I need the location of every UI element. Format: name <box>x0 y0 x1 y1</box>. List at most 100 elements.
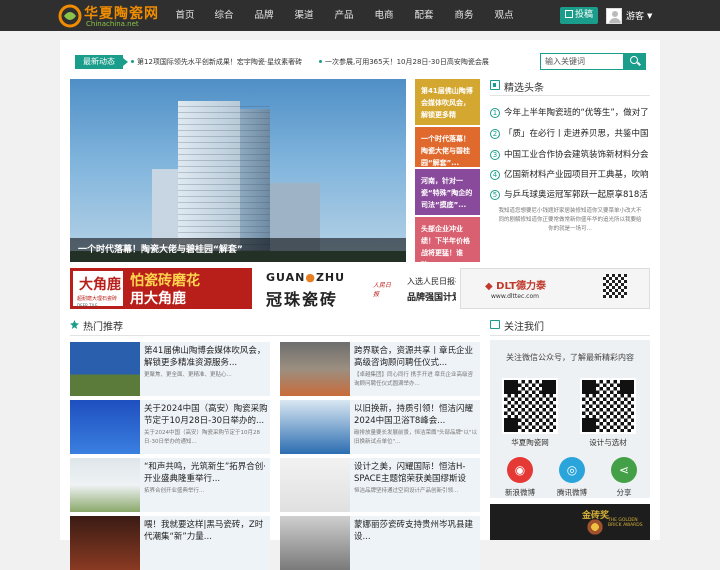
headline-text: 与乒乓球奥运冠军郭跃一起原享818活 <box>504 190 648 200</box>
follow-header: 关注我们 <box>490 318 650 333</box>
top-bar: 华夏陶瓷网 Chinachina.net 首页 综合 品牌 渠道 产品 电商 配… <box>0 0 720 31</box>
ticker-item-text: 一次参展,可用365天！10月28日-30日高安陶瓷会展 <box>325 58 489 66</box>
nav-ecommerce[interactable]: 电商 <box>364 0 404 31</box>
news-card[interactable]: “和声共鸣，光筑新生”拓界合创·开业盛典隆重举行... 拓界合创开业盛典举行..… <box>70 458 270 512</box>
feature-tile[interactable]: 河南，针对一瓷“特殊”陶企的司法“摸底”... <box>415 169 480 215</box>
card-thumbnail <box>70 400 140 454</box>
divider <box>490 95 650 96</box>
nav-channel[interactable]: 渠道 <box>284 0 324 31</box>
ad-deer-tile[interactable]: 大角鹿 超耐磨大理石瓷砖 DEER TILE 怕瓷砖磨花 用大角鹿 <box>70 268 252 309</box>
nav-home[interactable]: 首页 <box>166 0 204 31</box>
hot-header: 热门推荐 <box>70 318 480 333</box>
nav-opinion[interactable]: 观点 <box>484 0 524 31</box>
follow-desc: 关注微信公众号，了解最新精彩内容 <box>506 353 634 362</box>
qr-label: 设计与选材 <box>589 438 627 447</box>
headline-text: 亿国新材料产业园项目开工典基，吹响 <box>504 170 649 180</box>
card-desc: 恒洁品牌坚持通过空间设计产品创新引领... <box>354 488 459 494</box>
headline-icon <box>490 80 500 90</box>
tencent-weibo-icon: ◎ <box>566 463 578 477</box>
nav-product[interactable]: 产品 <box>324 0 364 31</box>
nav-general[interactable]: 综合 <box>204 0 244 31</box>
qr-code-icon <box>603 274 627 298</box>
banner-caption: 一个时代落幕！陶瓷大佬与碧桂园“解套” <box>70 238 406 262</box>
submit-article-label: 投稿 <box>574 10 593 20</box>
ad-tagline2: 品牌强国计划 <box>407 293 456 303</box>
headline-item[interactable]: 1 今年上半年陶瓷班的“优等生”，做对了 <box>490 106 652 120</box>
featured-banner[interactable]: 一个时代落幕！陶瓷大佬与碧桂园“解套” <box>70 79 406 262</box>
weibo-button[interactable]: ◉ <box>507 457 533 483</box>
news-card[interactable]: 跨界联合，资源共享丨章氏企业高级咨询顾问聘任仪式... 【卓越集团】同心同行 携… <box>280 342 480 396</box>
caret-down-icon: ▼ <box>647 11 653 20</box>
logo-subtext: Chinachina.net <box>86 20 139 28</box>
qr-label: 华夏陶瓷网 <box>511 438 549 447</box>
ad-dlt[interactable]: ◆ DLT德力泰 www.dlttec.com <box>460 268 650 309</box>
main-content: 最新动态 第12项国际领先水平创新成果！宏宇陶瓷·星纹素奢砖 一次参展,可用36… <box>60 40 660 570</box>
follow-title: 关注我们 <box>504 322 544 333</box>
card-title: 第41届佛山陶博会媒体吹风会，解锁更多精准资源服务... <box>144 346 266 368</box>
news-card[interactable]: 蒙娜丽莎瓷砖支持贵州岑巩县建设... <box>280 516 480 570</box>
card-title: 以旧换新，持质引领！恒洁闪耀2024中国卫浴T8峰会... <box>354 404 474 426</box>
submit-article-button[interactable]: 投稿 <box>560 7 598 24</box>
share-button[interactable]: ⋖ <box>611 457 637 483</box>
card-desc: 碳排放量要长发展前景，恒洁荣膺"头部品牌"以"以旧换新试点单位"... <box>354 430 478 445</box>
award-title: 金砖奖 <box>582 511 610 521</box>
ad-dlt-url: www.dlttec.com <box>491 293 539 300</box>
ticker-label: 最新动态 <box>75 55 128 69</box>
card-desc: 【卓越集团】同心同行 携手开进 章氏企业高级咨询顾问聘任仪式圆满举办... <box>354 372 473 387</box>
news-card[interactable]: 喂！我就要这样|黑马瓷砖，Z时代潮集“新”力量... <box>70 516 270 570</box>
headline-item[interactable]: 5 与乒乓球奥运冠军郭跃一起原享818活 <box>490 188 652 202</box>
card-thumbnail <box>280 458 350 512</box>
hot-title: 热门推荐 <box>83 322 123 333</box>
headline-text: 今年上半年陶瓷班的“优等生”，做对了 <box>504 108 649 118</box>
ad-brand: 大角鹿 <box>79 277 121 293</box>
headline-item[interactable]: 4 亿国新材料产业园项目开工典基，吹响 <box>490 168 652 182</box>
ad-english: DEER TILE <box>77 303 98 308</box>
social-label: 分享 <box>616 488 632 497</box>
user-name: 游客 <box>626 12 645 22</box>
card-thumbnail <box>70 458 140 512</box>
ticker-item[interactable]: 第12项国际领先水平创新成果！宏宇陶瓷·星纹素奢砖 <box>131 55 319 69</box>
headline-item[interactable]: 2 「质」在必行丨走进养贝思，共鉴中国 <box>490 127 652 141</box>
ad-golden-brick[interactable]: 金砖奖 THE GOLDEN BRICK AWARDS <box>490 504 650 540</box>
number-2-icon: 2 <box>490 129 500 139</box>
headlines-title: 精选头条 <box>504 83 544 94</box>
building-windows <box>178 101 270 251</box>
site-logo[interactable]: 华夏陶瓷网 Chinachina.net <box>58 4 162 28</box>
user-menu[interactable]: 游客 ▼ <box>606 7 652 24</box>
search-input[interactable] <box>540 53 624 70</box>
main-nav: 首页 综合 品牌 渠道 产品 电商 配套 商务 观点 <box>166 0 524 31</box>
ad-brand-english-a: GUAN <box>266 271 306 284</box>
logo-mark-icon <box>58 4 82 28</box>
ad-seal: 人民日报 <box>373 282 392 298</box>
card-thumbnail <box>280 516 350 570</box>
divider <box>490 335 650 336</box>
feature-tile[interactable]: 一个时代落幕！陶瓷大佬与碧桂园“解套”... <box>415 127 480 167</box>
nav-business[interactable]: 商务 <box>444 0 484 31</box>
search-box <box>540 53 646 70</box>
award-english: THE GOLDEN BRICK AWARDS <box>608 518 643 528</box>
headline-text: 中国工业合作协会建筑装饰新材料分会 <box>504 150 649 160</box>
number-1-icon: 1 <box>490 108 500 118</box>
news-card[interactable]: 第41届佛山陶博会媒体吹风会，解锁更多精准资源服务... 更聚焦、更全面、更精准… <box>70 342 270 396</box>
award-english-line2: BRICK AWARDS <box>608 523 643 528</box>
ad-guanzhu[interactable]: GUAN●ZHU 冠珠瓷砖 人民日报 入选人民日报社 品牌强国计划 <box>256 268 456 309</box>
news-card[interactable]: 设计之美，闪耀国际！恒洁H-SPACE主题馆荣获美国缪斯设计... 恒洁品牌坚持… <box>280 458 480 512</box>
nav-brand[interactable]: 品牌 <box>244 0 284 31</box>
search-button[interactable] <box>624 53 646 70</box>
news-card[interactable]: 关于2024中国（高安）陶瓷采购节定于10月28日-30日举办的... 关于20… <box>70 400 270 454</box>
feature-tile[interactable]: 头部企业冲业绩！下半年价格战将更猛！谁碎... <box>415 217 480 269</box>
feature-tile[interactable]: 第41届佛山陶博会媒体吹风会，解锁更多精 <box>415 79 480 125</box>
ad-brand-dot: ● <box>305 271 316 284</box>
card-title: 关于2024中国（高安）陶瓷采购节定于10月28日-30日举办的... <box>144 404 268 426</box>
nav-supporting[interactable]: 配套 <box>404 0 444 31</box>
ad-brand-chinese: 冠珠瓷砖 <box>266 290 339 309</box>
tencent-weibo-button[interactable]: ◎ <box>559 457 585 483</box>
ticker-item[interactable]: 一次参展,可用365天！10月28日-30日高安陶瓷会展 <box>319 55 530 69</box>
ad-tagline1: 入选人民日报社 <box>407 277 456 286</box>
news-card[interactable]: 以旧换新，持质引领！恒洁闪耀2024中国卫浴T8峰会... 碳排放量要长发展前景… <box>280 400 480 454</box>
headline-item[interactable]: 3 中国工业合作协会建筑装饰新材料分会 <box>490 148 652 162</box>
card-desc: 关于2024中国（高安）陶瓷采购节定于10月28日-30日举办的通知... <box>144 430 260 445</box>
card-thumbnail <box>70 516 140 570</box>
number-3-icon: 3 <box>490 150 500 160</box>
ad-brand-english-b: ZHU <box>315 271 346 284</box>
